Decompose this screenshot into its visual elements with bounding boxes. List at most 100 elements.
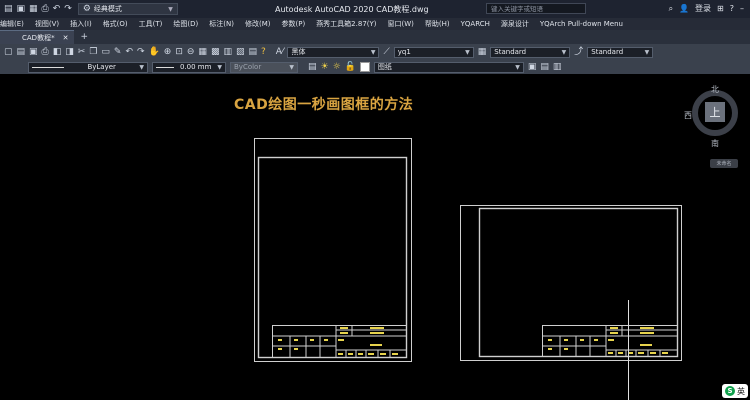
zoom-window-icon[interactable]: ⊡ [175, 47, 183, 57]
layer-color-swatch[interactable] [359, 62, 370, 72]
viewcube[interactable]: 上 北 南 西 [684, 84, 744, 148]
zoom-realtime-icon[interactable]: ⊕ [164, 47, 172, 57]
copy-icon[interactable]: ❐ [89, 47, 97, 57]
menu-item[interactable]: 修改(M) [245, 19, 271, 29]
menu-item[interactable]: 编辑(E) [0, 19, 24, 29]
dim-style-icon[interactable]: ⟋ [383, 47, 389, 57]
table-style-icon[interactable]: ▦ [478, 47, 487, 57]
save-as-icon[interactable]: ▦ [29, 4, 38, 14]
cut-icon[interactable]: ✂ [78, 47, 86, 57]
calc-icon[interactable]: ▤ [248, 47, 257, 57]
portrait-frame [254, 138, 412, 362]
layer-lock-icon[interactable]: 🔓 [345, 62, 356, 72]
multileader-style-dropdown[interactable]: Standard ▼ [587, 46, 654, 58]
menu-item[interactable]: 标注(N) [209, 19, 234, 29]
viewcube-top-face[interactable]: 上 [705, 102, 725, 122]
menu-item[interactable]: 帮助(H) [425, 19, 450, 29]
toolbar-row-2: ByLayer ▼ 0.00 mm ▼ ByColor ▼ ▤ ☀ ☼ 🔓 图纸… [0, 60, 750, 74]
dim-style-dropdown[interactable]: yq1 ▼ [393, 46, 474, 58]
search-icon[interactable]: ⌕ [669, 4, 673, 14]
cart-icon[interactable]: ⊞ [717, 4, 724, 13]
search-input[interactable]: 键入关键字或短语 [486, 3, 586, 14]
login-link[interactable]: 登录 [695, 3, 711, 14]
menu-item[interactable]: YQArch Pull-down Menu [540, 20, 623, 28]
landscape-frame [460, 205, 682, 361]
ime-indicator[interactable]: S 英 [722, 384, 748, 398]
workspace-label: 经典模式 [93, 5, 122, 13]
drawing-canvas[interactable]: CAD绘图一秒画图框的方法 上 北 南 西 未命名 S 英 [0, 74, 750, 400]
layer-value: 图纸 [377, 63, 392, 71]
designcenter-icon[interactable]: ▩ [211, 47, 220, 57]
menu-item[interactable]: 窗口(W) [388, 19, 414, 29]
workspace-switcher[interactable]: ⚙ 经典模式 ▼ [77, 3, 178, 15]
undo-icon[interactable]: ↶ [53, 4, 61, 14]
menu-item[interactable]: YQARCH [461, 20, 490, 28]
quick-access-toolbar: ▤ ▣ ▦ ⎙ ↶ ↷ [4, 4, 72, 14]
gear-icon: ⚙ [82, 3, 91, 14]
help-icon[interactable]: ? [730, 4, 734, 13]
save-icon[interactable]: ▣ [29, 47, 38, 57]
compass-south[interactable]: 南 [711, 138, 719, 149]
multileader-style-icon[interactable]: ⤴ [574, 47, 583, 57]
portrait-outer-border [254, 138, 412, 362]
tab-document[interactable]: CAD教程* ✕ [0, 30, 75, 44]
preview-icon[interactable]: ◧ [53, 47, 62, 57]
menu-item[interactable]: 燕秀工具箱2.87(Y) [316, 19, 376, 29]
open-file-icon[interactable]: ▤ [4, 4, 13, 14]
pan-icon[interactable]: ✋ [149, 47, 160, 57]
compass-west[interactable]: 西 [684, 110, 692, 121]
compass-north[interactable]: 北 [711, 84, 719, 95]
paste-icon[interactable]: ▭ [101, 47, 110, 57]
lineweight-value: 0.00 mm [179, 63, 212, 71]
ime-mode-label: 英 [737, 386, 745, 396]
match-icon[interactable]: ✎ [114, 47, 122, 57]
document-tab-bar: CAD教程* ✕ + [0, 30, 750, 44]
menu-item[interactable]: 格式(O) [103, 19, 128, 29]
menu-item[interactable]: 工具(T) [139, 19, 163, 29]
redo-icon[interactable]: ↷ [137, 47, 145, 57]
save-icon[interactable]: ▣ [17, 4, 26, 14]
wcs-menu[interactable]: 未命名 [710, 159, 738, 168]
chevron-down-icon: ▼ [289, 63, 294, 71]
print-icon[interactable]: ⎙ [42, 4, 49, 14]
menu-item[interactable]: 视图(V) [35, 19, 59, 29]
plot-icon[interactable]: ⎙ [42, 47, 49, 57]
lineweight-dropdown[interactable]: 0.00 mm ▼ [152, 61, 226, 73]
layer-on-icon[interactable]: ☀ [321, 62, 329, 72]
linetype-value: ByLayer [87, 63, 116, 71]
open-icon[interactable]: ▤ [17, 47, 26, 57]
menu-item[interactable]: 参数(P) [282, 19, 306, 29]
layer-properties-icon[interactable]: ▤ [308, 62, 317, 72]
table-style-dropdown[interactable]: Standard ▼ [490, 46, 571, 58]
menu-item[interactable]: 插入(I) [70, 19, 92, 29]
chevron-down-icon: ▼ [465, 48, 470, 56]
close-icon[interactable]: ✕ [63, 34, 69, 42]
menu-item[interactable]: 绘图(D) [173, 19, 198, 29]
minimize-icon[interactable]: – [740, 4, 744, 13]
menu-item[interactable]: 源泉设计 [501, 19, 529, 29]
text-style-icon[interactable]: A⁄ [276, 47, 284, 57]
text-style-dropdown[interactable]: 黑体 ▼ [287, 46, 380, 58]
toolpalette-icon[interactable]: ▥ [223, 47, 232, 57]
layer-previous-icon[interactable]: ▤ [540, 62, 549, 72]
table-style-value: Standard [494, 48, 527, 56]
help-icon[interactable]: ? [261, 47, 266, 57]
undo-icon[interactable]: ↶ [125, 47, 133, 57]
chevron-down-icon: ▼ [217, 63, 222, 71]
publish-icon[interactable]: ◨ [65, 47, 74, 57]
sheetset-icon[interactable]: ▨ [236, 47, 245, 57]
properties-icon[interactable]: ▦ [198, 47, 207, 57]
chevron-down-icon: ▼ [515, 63, 520, 71]
user-icon[interactable]: 👤 [679, 4, 689, 13]
zoom-previous-icon[interactable]: ⊖ [187, 47, 195, 57]
layer-states-icon[interactable]: ▥ [553, 62, 562, 72]
make-current-icon[interactable]: ▣ [528, 62, 537, 72]
layer-dropdown[interactable]: 图纸 ▼ [373, 61, 524, 73]
redo-icon[interactable]: ↷ [64, 4, 72, 14]
new-tab-icon[interactable]: + [80, 32, 88, 42]
linetype-dropdown[interactable]: ByLayer ▼ [28, 61, 148, 73]
menu-bar: 编辑(E) 视图(V) 插入(I) 格式(O) 工具(T) 绘图(D) 标注(N… [0, 18, 750, 30]
layer-freeze-icon[interactable]: ☼ [333, 62, 341, 72]
plotstyle-dropdown[interactable]: ByColor ▼ [230, 61, 298, 73]
new-icon[interactable]: ▢ [4, 47, 13, 57]
